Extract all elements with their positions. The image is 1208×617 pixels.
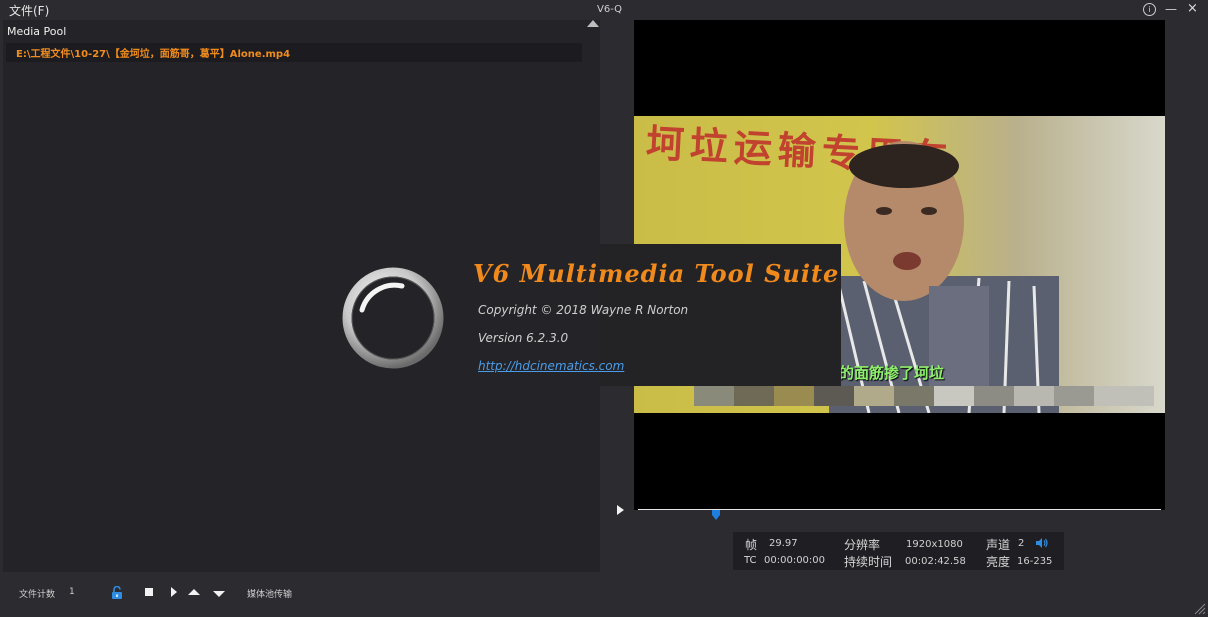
frame-rate-value: 29.97 — [769, 538, 798, 549]
app-logo-ring-icon — [342, 267, 444, 369]
audio-channels-value: 2 — [1018, 538, 1025, 549]
video-subtitle: 是的面筋掺了坷垃 — [824, 364, 945, 382]
list-item[interactable]: E:\工程文件\10-27\【金坷垃，面筋哥，葛平】Alone.mp4 — [6, 43, 582, 62]
media-pool-panel: Media Pool E:\工程文件\10-27\【金坷垃，面筋哥，葛平】Alo… — [3, 20, 600, 572]
playhead-icon[interactable] — [711, 510, 721, 520]
timecode-value: 00:00:00:00 — [764, 555, 826, 566]
media-pool-transfer-label: 媒体池传输 — [247, 590, 293, 600]
resolution-value: 1920x1080 — [906, 539, 963, 550]
video-play-button[interactable] — [617, 505, 624, 515]
move-down-button[interactable] — [213, 591, 225, 597]
media-file-path: E:\工程文件\10-27\【金坷垃，面筋哥，葛平】Alone.mp4 — [16, 49, 291, 60]
media-pool-toolbar: 文件计数 1 媒体池传输 — [0, 572, 600, 617]
pixelated-area — [694, 386, 1154, 406]
duration-label: 持续时间 — [844, 555, 893, 569]
website-link[interactable]: http://hdcinematics.com — [478, 359, 624, 373]
media-pool-title: Media Pool — [7, 25, 67, 38]
frame-rate-label: 帧 — [745, 538, 758, 552]
brightness-value: 16-235 — [1017, 556, 1053, 567]
speaker-icon[interactable] — [1035, 537, 1049, 549]
stop-button[interactable] — [145, 588, 153, 596]
unlock-icon[interactable] — [110, 586, 124, 600]
copyright-text: Copyright © 2018 Wayne R Norton — [478, 303, 689, 317]
info-icon[interactable]: i — [1143, 3, 1156, 16]
file-count-label: 文件计数 — [19, 590, 56, 600]
file-menu[interactable]: 文件(F) — [9, 2, 49, 19]
minimize-button[interactable]: — — [1165, 2, 1177, 16]
version-text: Version 6.2.3.0 — [478, 331, 569, 345]
play-button[interactable] — [171, 587, 177, 597]
timecode-label: TC — [744, 555, 757, 566]
move-up-button[interactable] — [188, 589, 200, 595]
file-count-value: 1 — [69, 587, 75, 597]
resize-grip-icon[interactable] — [1192, 601, 1206, 615]
scroll-up-arrow-icon[interactable] — [587, 20, 599, 27]
window-title: V6-Q — [597, 4, 623, 15]
splash-title: V6 Multimedia Tool Suite — [473, 259, 840, 288]
duration-value: 00:02:42.58 — [905, 556, 966, 567]
resolution-label: 分辨率 — [844, 538, 881, 552]
media-info-panel: 帧 29.97 TC 00:00:00:00 分辨率 1920x1080 持续时… — [733, 532, 1064, 570]
close-button[interactable]: × — [1187, 1, 1198, 16]
brightness-label: 亮度 — [986, 555, 1011, 569]
audio-channels-label: 声道 — [986, 538, 1011, 552]
